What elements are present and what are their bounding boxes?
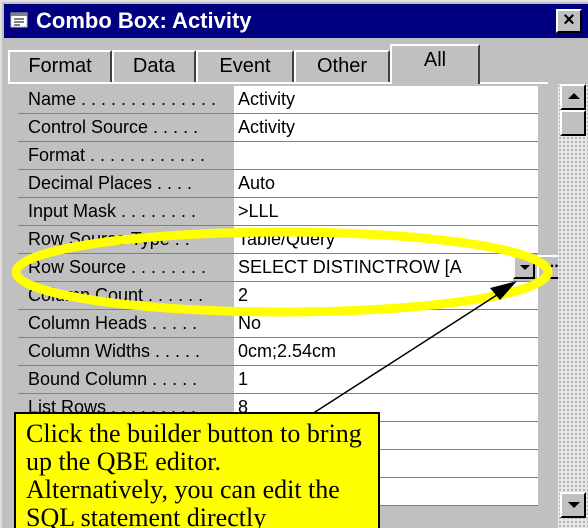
tab-event-label: Event (219, 55, 271, 77)
property-value-field[interactable]: >LLL (234, 198, 538, 225)
property-row-column-widths[interactable]: Column Widths . . . . . 0cm;2.54cm (18, 338, 538, 366)
property-row-row-source[interactable]: Row Source . . . . . . . . SELECT DISTIN… (18, 254, 570, 282)
property-row-column-heads[interactable]: Column Heads . . . . . No (18, 310, 538, 338)
close-button[interactable]: × (556, 9, 582, 33)
property-label: Column Count . . . . . . (18, 282, 242, 309)
tab-data[interactable]: Data (112, 50, 196, 82)
property-value-field[interactable]: SELECT DISTINCTROW [A (234, 254, 513, 281)
tab-all[interactable]: All (390, 44, 480, 84)
property-value-field[interactable]: Table/Query (234, 226, 538, 253)
builder-icon: ... (545, 254, 559, 271)
window-icon (10, 12, 28, 28)
property-label: Control Source . . . . . (18, 114, 242, 141)
property-value-field[interactable]: 1 (234, 366, 538, 393)
property-value-field[interactable] (234, 142, 538, 169)
tab-other-label: Other (316, 55, 368, 77)
property-row-bound-column[interactable]: Bound Column . . . . . 1 (18, 366, 538, 394)
property-label: Column Widths . . . . . (18, 338, 242, 365)
property-value-field[interactable]: Activity (234, 114, 538, 141)
title-bar[interactable]: Combo Box: Activity × (4, 4, 588, 38)
tab-format-label: Format (28, 55, 92, 77)
property-row-decimal-places[interactable]: Decimal Places . . . . Auto (18, 170, 538, 198)
scroll-down-icon[interactable] (560, 492, 586, 518)
dropdown-arrow-icon[interactable] (513, 255, 535, 279)
tab-data-label: Data (132, 55, 176, 77)
property-label: Input Mask . . . . . . . . (18, 198, 242, 225)
property-row-name[interactable]: Name . . . . . . . . . . . . . . Activit… (18, 86, 538, 114)
scrollbar-thumb[interactable] (560, 110, 586, 136)
property-value-field[interactable]: Auto (234, 170, 538, 197)
window-title: Combo Box: Activity (36, 8, 252, 33)
property-label: Format . . . . . . . . . . . . (18, 142, 242, 169)
property-label: Name . . . . . . . . . . . . . . (18, 86, 242, 113)
tab-other[interactable]: Other (294, 50, 390, 82)
property-row-column-count[interactable]: Column Count . . . . . . 2 (18, 282, 538, 310)
property-value-field[interactable]: No (234, 310, 538, 337)
property-value-field[interactable]: 2 (234, 282, 538, 309)
property-label: Bound Column . . . . . (18, 366, 242, 393)
property-label: Row Source . . . . . . . . (18, 254, 242, 281)
callout-text: Click the builder button to bring up the… (26, 419, 362, 528)
scroll-up-icon[interactable] (560, 84, 586, 110)
property-label: Row Source Type . . (18, 226, 242, 253)
property-label: Decimal Places . . . . (18, 170, 242, 197)
property-row-control-source[interactable]: Control Source . . . . . Activity (18, 114, 538, 142)
property-row-format[interactable]: Format . . . . . . . . . . . . (18, 142, 538, 170)
property-row-row-source-type[interactable]: Row Source Type . . Table/Query (18, 226, 538, 254)
property-label: Column Heads . . . . . (18, 310, 242, 337)
callout-box: Click the builder button to bring up the… (14, 412, 380, 528)
close-icon: × (563, 9, 575, 31)
property-row-input-mask[interactable]: Input Mask . . . . . . . . >LLL (18, 198, 538, 226)
tab-format[interactable]: Format (8, 50, 112, 82)
property-value-field[interactable]: Activity (234, 86, 538, 113)
vertical-scrollbar[interactable] (558, 84, 588, 528)
tab-event[interactable]: Event (196, 50, 294, 82)
tab-all-label: All (423, 49, 447, 71)
property-value-field[interactable]: 0cm;2.54cm (234, 338, 538, 365)
